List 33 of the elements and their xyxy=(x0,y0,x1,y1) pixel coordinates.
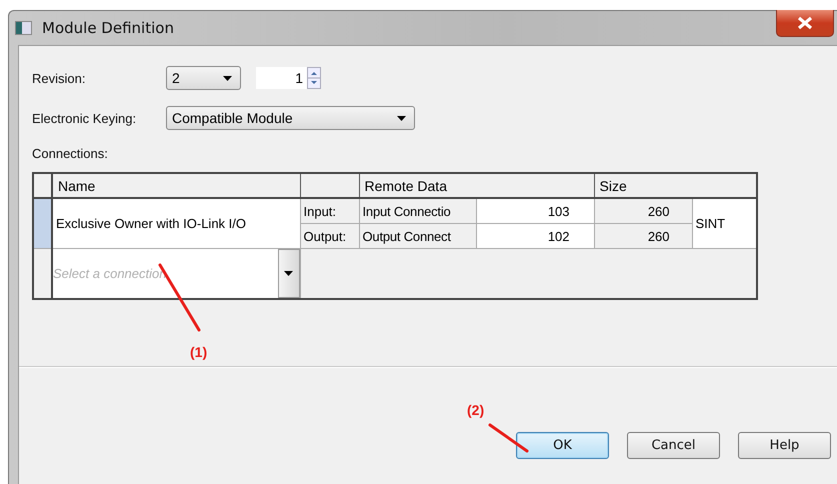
column-header xyxy=(300,173,359,198)
row-header[interactable] xyxy=(33,198,52,248)
window-title: Module Definition xyxy=(42,19,174,37)
table-cell: 103 xyxy=(476,198,594,224)
table-cell: Input: xyxy=(300,198,359,224)
annotation-label: (1) xyxy=(190,344,208,360)
table-cell: SINT xyxy=(692,198,758,248)
column-header: Size xyxy=(594,173,758,198)
column-header: Remote Data xyxy=(359,173,594,198)
revision-label: Revision: xyxy=(32,70,86,86)
keying-dropdown[interactable]: Compatible Module xyxy=(166,106,415,130)
table-cell: Output: xyxy=(300,224,359,248)
dialog-button[interactable]: OK xyxy=(516,432,609,459)
table-cell: Output Connect xyxy=(359,224,476,248)
window-icon xyxy=(15,21,32,35)
dialog-button[interactable]: Help xyxy=(738,432,831,459)
table-cell: 260 xyxy=(594,224,692,248)
close-button[interactable] xyxy=(776,10,834,37)
caret-icon xyxy=(223,76,232,80)
table-cell: Input Connectio xyxy=(359,198,476,224)
connections-label: Connections: xyxy=(32,146,109,161)
revision-dropdown[interactable]: 2 xyxy=(166,66,241,90)
column-header: Name xyxy=(52,173,300,198)
table-cell: Exclusive Owner with IO-Link I/O xyxy=(52,198,300,248)
table-cell: 102 xyxy=(476,224,594,248)
close-icon xyxy=(796,16,814,30)
dialog-button[interactable]: Cancel xyxy=(627,432,720,459)
annotation-label: (2) xyxy=(467,402,484,418)
keying-label: Electronic Keying: xyxy=(32,110,138,126)
caret-icon xyxy=(397,116,406,120)
caret-icon xyxy=(284,271,293,276)
table-cell: 260 xyxy=(594,198,692,224)
spin-arrows-icon[interactable] xyxy=(307,67,321,89)
